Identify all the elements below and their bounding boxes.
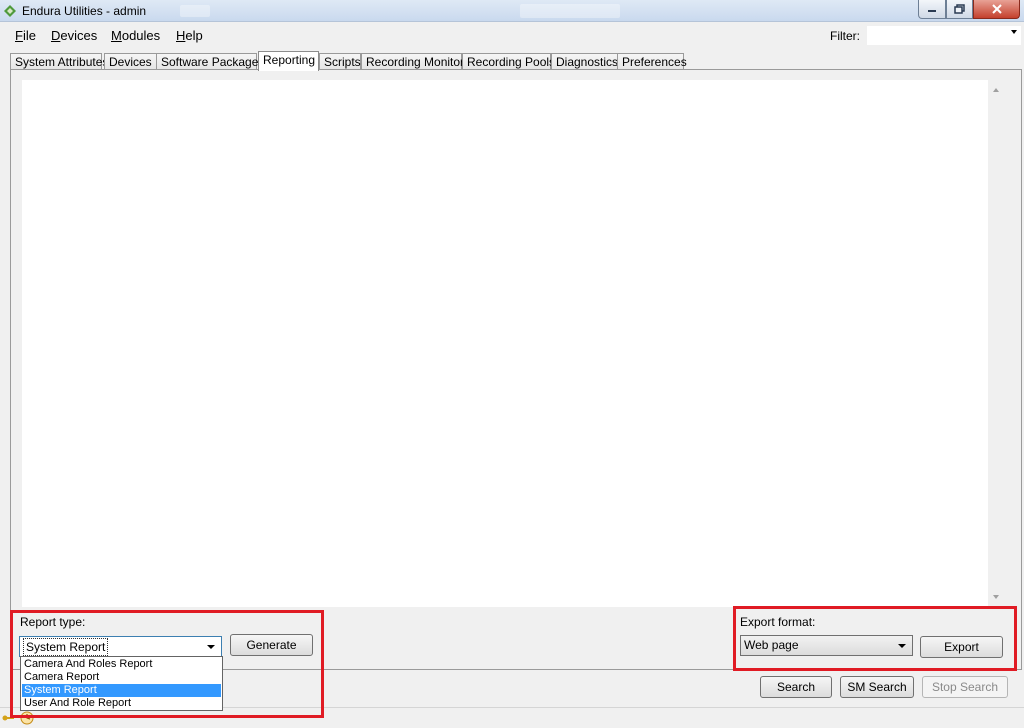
menu-file-label: File — [15, 28, 36, 43]
report-type-value: System Report — [23, 638, 109, 656]
tab-preferences[interactable]: Preferences — [617, 53, 687, 70]
menu-modules-label: Modules — [111, 28, 161, 43]
tab-software-packages[interactable]: Software Packages — [156, 53, 264, 70]
export-button[interactable]: Export — [920, 636, 1003, 658]
tab-label: Devices — [109, 55, 152, 69]
vertical-scrollbar[interactable] — [988, 80, 1005, 607]
sm-search-button[interactable]: SM Search — [840, 676, 914, 698]
export-format-label: Export format: — [740, 615, 816, 629]
search-button[interactable]: Search — [760, 676, 832, 698]
restore-icon — [954, 4, 965, 14]
generate-button[interactable]: Generate — [230, 634, 313, 656]
tab-recording-monitor[interactable]: Recording Monitor — [361, 53, 465, 70]
title-reflection — [180, 5, 210, 17]
report-type-label: Report type: — [20, 615, 86, 629]
report-viewer[interactable] — [22, 80, 988, 607]
report-type-dropdown-list: Camera And Roles Report Camera Report Sy… — [20, 656, 223, 711]
filter-combo[interactable] — [866, 25, 1022, 46]
chevron-down-icon — [1011, 30, 1017, 34]
menu-help[interactable]: Help — [176, 28, 203, 43]
menu-modules[interactable]: Modules — [111, 28, 160, 43]
menu-file[interactable]: File — [15, 28, 36, 43]
list-item-selected[interactable]: System Report — [22, 684, 221, 697]
tab-label: Reporting — [263, 53, 316, 67]
chevron-down-icon — [207, 645, 215, 649]
title-bar — [0, 0, 1024, 22]
filter-label: Filter: — [830, 29, 860, 43]
export-format-combo[interactable]: Web page — [740, 635, 913, 656]
export-format-value: Web page — [744, 638, 799, 652]
tab-scripts[interactable]: Scripts — [319, 53, 361, 70]
key-icon — [2, 715, 14, 721]
close-button[interactable] — [973, 0, 1020, 19]
minimize-button[interactable] — [918, 0, 946, 19]
close-icon — [991, 4, 1002, 14]
list-item[interactable]: User And Role Report — [22, 697, 221, 710]
scroll-down-icon[interactable] — [993, 595, 999, 599]
scroll-up-icon[interactable] — [993, 88, 999, 92]
chevron-down-icon — [898, 644, 906, 648]
tab-label: Scripts — [324, 55, 361, 69]
tab-system-attributes[interactable]: System Attributes — [10, 53, 108, 70]
tab-label: Software Packages — [161, 55, 265, 69]
clock-icon — [20, 711, 34, 725]
menu-devices[interactable]: Devices — [51, 28, 97, 43]
title-reflection — [520, 4, 620, 18]
tab-label: System Attributes — [15, 55, 109, 69]
tab-diagnostics[interactable]: Diagnostics — [551, 53, 618, 70]
endura-logo-icon — [4, 5, 16, 17]
tab-devices[interactable]: Devices — [104, 53, 161, 70]
list-item[interactable]: Camera Report — [22, 671, 221, 684]
restore-button[interactable] — [946, 0, 973, 19]
tab-label: Recording Monitor — [366, 55, 465, 69]
tab-reporting[interactable]: Reporting — [258, 51, 319, 71]
menu-devices-label: Devices — [51, 28, 98, 43]
menu-help-label: Help — [176, 28, 203, 43]
report-type-combo[interactable]: System Report — [19, 636, 222, 657]
tab-label: Diagnostics — [556, 55, 619, 69]
window-title: Endura Utilities - admin — [22, 4, 147, 18]
tab-label: Recording Pools — [467, 55, 556, 69]
tab-recording-pools[interactable]: Recording Pools — [462, 53, 555, 70]
list-item[interactable]: Camera And Roles Report — [22, 658, 221, 671]
minimize-icon — [928, 10, 936, 12]
tab-label: Preferences — [622, 55, 687, 69]
stop-search-button[interactable]: Stop Search — [922, 676, 1008, 698]
